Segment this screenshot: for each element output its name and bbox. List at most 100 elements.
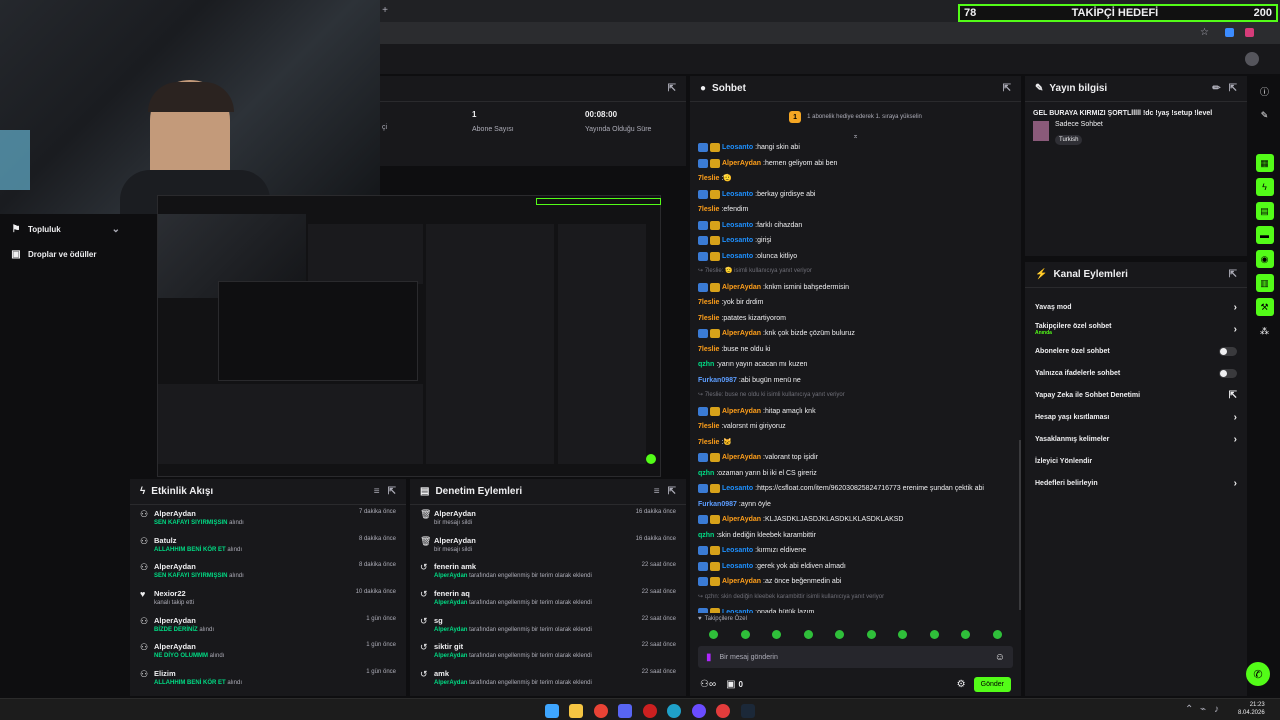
moderation-item[interactable]: 🗑 AlperAydan bir mesajı sildi 16 dakika önc… xyxy=(410,505,686,532)
moderation-item[interactable]: ↺ amk AlperAydan tarafından engellenmiş bi… xyxy=(410,665,686,692)
chat-message[interactable]: Leosanto: olunca kitliyo xyxy=(698,249,1013,265)
activity-item[interactable]: ⚇ AlperAydan SEN KAFAYI SIYIRMIŞSIN alındı… xyxy=(130,558,406,585)
emote-icon[interactable] xyxy=(740,629,750,639)
chevron-down-icon[interactable]: ⌄ xyxy=(112,224,120,235)
hype-train-banner[interactable]: 1 1 abonelik hediye ederek 1. sıraya yük… xyxy=(690,102,1021,132)
chat-message[interactable]: Leosanto: girişi xyxy=(698,233,1013,249)
extension-icon[interactable] xyxy=(1225,28,1234,37)
emote-icon[interactable] xyxy=(835,629,845,639)
chat-message[interactable]: 7leslie: patates kizartiyorom xyxy=(698,311,1013,327)
activity-item[interactable]: ♥ Nexior22 kanalı takip etti 10 dakika önce xyxy=(130,585,406,612)
emote-icon[interactable] xyxy=(772,629,782,639)
tray-chevron-icon[interactable]: ⌃ xyxy=(1185,704,1193,715)
chat-username[interactable]: Leosanto xyxy=(722,233,753,249)
clip-icon[interactable]: ▦ xyxy=(1255,154,1274,172)
chat-username[interactable]: AlperAydan xyxy=(722,156,761,172)
apps-icon[interactable]: ⁂ xyxy=(1256,322,1274,340)
toggle-switch[interactable] xyxy=(1219,346,1237,356)
toggle-switch[interactable] xyxy=(1219,368,1237,378)
moderation-item[interactable]: ↺ siktir git AlperAydan tarafından engelle… xyxy=(410,638,686,665)
chat-username[interactable]: Leosanto xyxy=(722,140,753,156)
chat-message[interactable]: AlperAydan: valorant top işidir xyxy=(698,450,1013,466)
chat-username[interactable]: Leosanto xyxy=(722,218,753,234)
emote-icon[interactable] xyxy=(961,629,971,639)
moderation-actor[interactable]: AlperAydan xyxy=(434,600,467,606)
undo-icon[interactable]: ↺ xyxy=(420,669,434,688)
tools-icon[interactable]: ⚒ xyxy=(1255,298,1274,316)
activity-item[interactable]: ⚇ Batulz ALLAHHIM BENİ KÖR ET alındı 8 daki… xyxy=(130,532,406,559)
community-settings-icon[interactable]: ⚇∞ xyxy=(700,679,716,690)
mic-icon[interactable]: ▮ xyxy=(706,652,712,663)
chat-username[interactable]: 7leslie xyxy=(698,419,719,435)
sidebar-item-drops[interactable]: ▣ Droplar ve ödüller xyxy=(0,244,130,264)
stream-preview[interactable] xyxy=(157,195,661,477)
chat-message[interactable]: Leosanto: https://csfloat.com/item/96203… xyxy=(698,481,1013,497)
emote-icon[interactable] xyxy=(866,629,876,639)
lightning-icon[interactable]: ϟ xyxy=(1255,178,1274,196)
edit-icon[interactable]: ✏ xyxy=(1212,83,1220,94)
pinned-collapse-icon[interactable]: ⌅ xyxy=(690,132,1021,140)
chat-popout-icon[interactable]: ⇱ xyxy=(1003,83,1011,94)
chat-username[interactable]: Leosanto xyxy=(722,187,753,203)
chat-username[interactable]: AlperAydan xyxy=(722,450,761,466)
settings-gear-icon[interactable]: ⚙ xyxy=(957,679,966,690)
moderation-actor[interactable]: AlperAydan xyxy=(434,653,467,659)
info-icon[interactable]: ⓘ xyxy=(1256,82,1274,100)
activity-item[interactable]: ⚇ Elizim ALLAHHIM BENİ KÖR ET alındı 1 gün … xyxy=(130,665,406,692)
emoji-picker-icon[interactable]: ☺ xyxy=(995,652,1005,663)
chat-message[interactable]: qzhn: skin dediğin kleebek karambittir xyxy=(698,528,1013,544)
chat-message[interactable]: Furkan0987: aynn öyle xyxy=(698,497,1013,513)
filter-icon[interactable]: ≡ xyxy=(654,486,660,497)
chat-username[interactable]: AlperAydan xyxy=(722,326,761,342)
chat-message[interactable]: 7leslie: buse ne oldu ki xyxy=(698,342,1013,358)
popout-icon[interactable]: ⇱ xyxy=(1229,83,1237,94)
chat-username[interactable]: AlperAydan xyxy=(722,574,761,590)
chat-username[interactable]: qzhn xyxy=(698,528,714,544)
obs-icon[interactable] xyxy=(691,703,706,718)
network-icon[interactable]: ⌁ xyxy=(1200,704,1206,715)
external-link-icon[interactable]: ⇱ xyxy=(1229,390,1237,401)
chat-username[interactable]: qzhn xyxy=(698,357,714,373)
chevron-right-icon[interactable]: › xyxy=(1234,478,1237,489)
chat-username[interactable]: Leosanto xyxy=(722,559,753,575)
opera-icon[interactable] xyxy=(642,703,657,718)
chevron-right-icon[interactable]: › xyxy=(1234,434,1237,445)
chat-reply-context[interactable]: ↪ qzhn: skin dediğin kleebek karambittir… xyxy=(698,590,1013,606)
chat-message[interactable]: AlperAydan: hemen geliyom abi ben xyxy=(698,156,1013,172)
start-icon[interactable] xyxy=(545,703,559,718)
activity-user[interactable]: AlperAydan xyxy=(154,562,359,571)
chat-username[interactable]: Leosanto xyxy=(722,481,753,497)
chat-message[interactable]: qzhn: ozaman yarın bi iki el CS gireriz xyxy=(698,466,1013,482)
chat-username[interactable]: Furkan0987 xyxy=(698,497,737,513)
document-icon[interactable]: ▤ xyxy=(1255,202,1274,220)
emote-icon[interactable] xyxy=(992,629,1002,639)
chat-message[interactable]: Leosanto: kırmızı eldivene xyxy=(698,543,1013,559)
chat-username[interactable]: 7leslie xyxy=(698,202,719,218)
chat-username[interactable]: AlperAydan xyxy=(722,404,761,420)
chat-username[interactable]: 7leslie xyxy=(698,311,719,327)
moderation-item[interactable]: ↺ fenerin amk AlperAydan tarafından engell… xyxy=(410,558,686,585)
moderation-actor[interactable]: AlperAydan xyxy=(434,627,467,633)
chat-message[interactable]: qzhn: yarın yayın acacan mı kuzen xyxy=(698,357,1013,373)
chat-username[interactable]: 7leslie xyxy=(698,295,719,311)
channel-action-item[interactable]: Hesap yaşı kısıtlaması › xyxy=(1025,406,1247,428)
chat-message[interactable]: Leosanto: gerek yok abi eldiven almadı xyxy=(698,559,1013,575)
channel-action-item[interactable]: Yalnızca ifadelerle sohbet xyxy=(1025,362,1247,384)
chrome-icon-2[interactable] xyxy=(716,703,731,718)
chat-message[interactable]: AlperAydan: hitap amaçlı knk xyxy=(698,404,1013,420)
undo-icon[interactable]: ↺ xyxy=(420,616,434,635)
chat-username[interactable]: 7leslie xyxy=(698,435,719,451)
popout-icon[interactable]: ⇱ xyxy=(388,486,396,497)
message-icon[interactable]: ▬ xyxy=(1255,226,1274,244)
bookmark-star-icon[interactable]: ☆ xyxy=(1200,27,1209,38)
chat-username[interactable]: Leosanto xyxy=(722,605,753,613)
chat-message[interactable]: Furkan0987: abi bugün menü ne xyxy=(698,373,1013,389)
broadcast-icon[interactable]: ◉ xyxy=(1255,250,1274,268)
chat-username[interactable]: 7leslie xyxy=(698,171,719,187)
chat-message[interactable]: 7leslie: 🫡 xyxy=(698,171,1013,187)
channel-action-item[interactable]: Takipçilere özel sohbet Anında › xyxy=(1025,318,1247,340)
activity-user[interactable]: AlperAydan xyxy=(154,616,366,625)
chat-message[interactable]: Leosanto: berkay girdisye abi xyxy=(698,187,1013,203)
chat-message[interactable]: AlperAydan: knk çok bizde çözüm buluruz xyxy=(698,326,1013,342)
avatar[interactable] xyxy=(1245,52,1259,66)
